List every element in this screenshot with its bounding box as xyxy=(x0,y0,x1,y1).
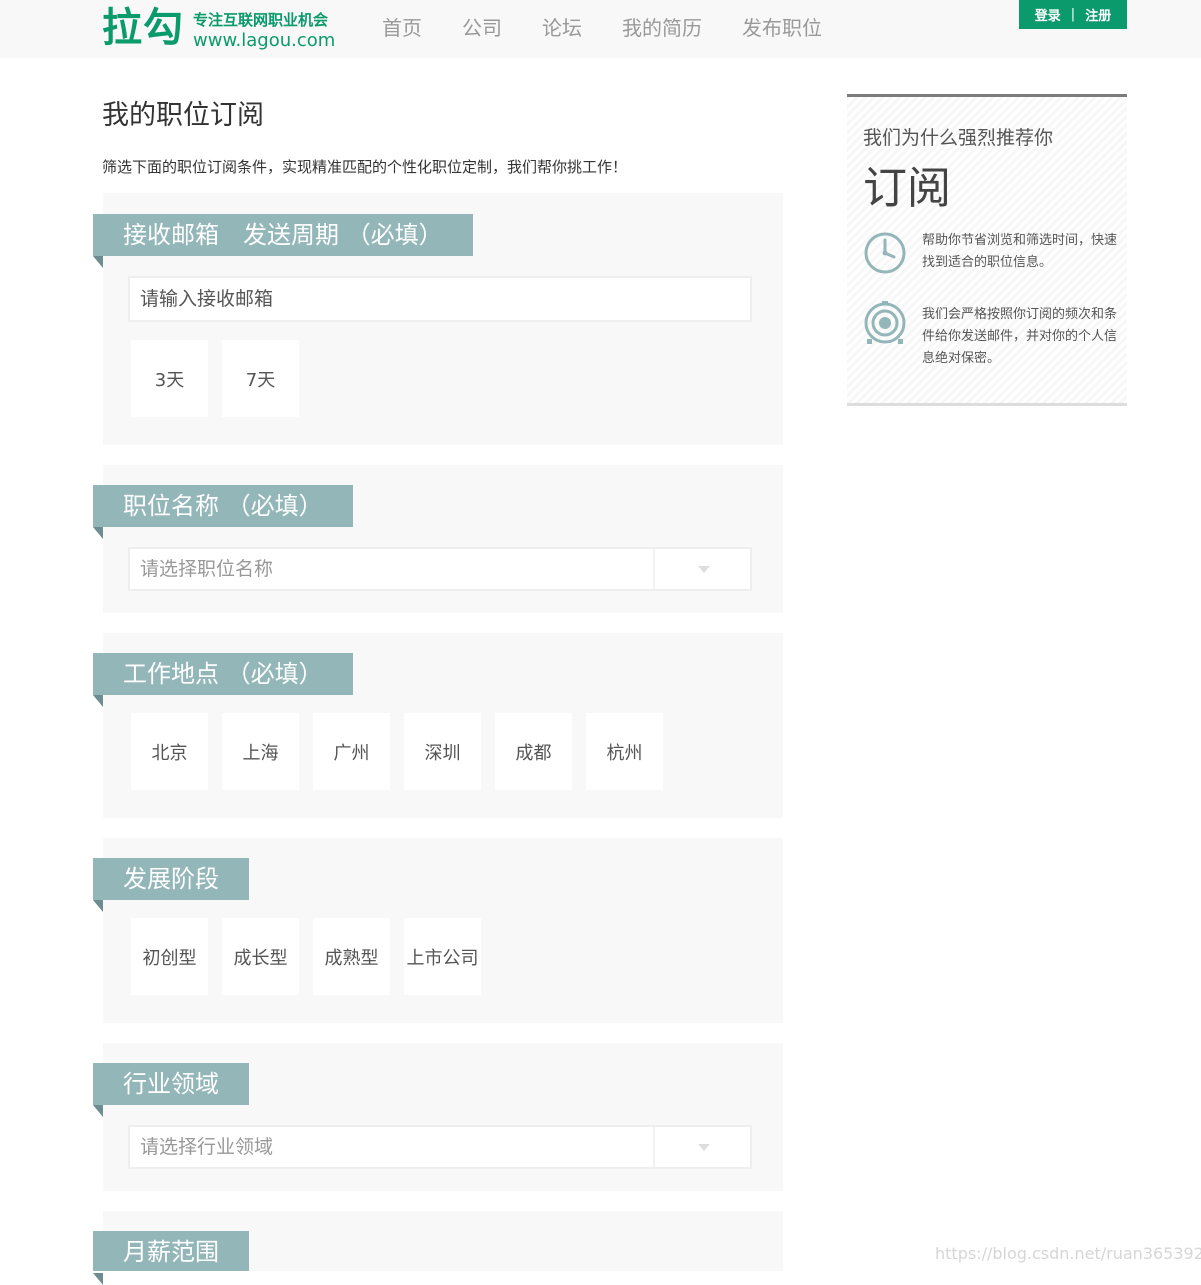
position-select-placeholder: 请选择职位名称 xyxy=(140,558,274,580)
nav-forum[interactable]: 论坛 xyxy=(542,14,582,42)
city-section-heading: 工作地点 （必填） xyxy=(93,653,353,707)
sidebar-point-1: 帮助你节省浏览和筛选时间，快速找到适合的职位信息。 xyxy=(922,233,1118,270)
email-input[interactable] xyxy=(128,276,752,322)
stage-option-startup[interactable]: 初创型 xyxy=(131,918,208,995)
stage-option-mature[interactable]: 成熟型 xyxy=(313,918,390,995)
email-section-heading: 接收邮箱 发送周期 （必填） xyxy=(93,214,473,268)
top-header: 拉勾 专注互联网职业机会 www.lagou.com 首页 公司 论坛 我的简历… xyxy=(0,0,1201,58)
page-description: 筛选下面的职位订阅条件，实现精准匹配的个性化职位定制，我们帮你挑工作！ xyxy=(102,158,628,176)
logo-text[interactable]: 拉勾 xyxy=(102,4,184,52)
logo-slogan: 专注互联网职业机会 xyxy=(193,11,329,29)
subscription-sidebar: 我们为什么强烈推荐你 订阅 帮助你节省浏览和筛选时间，快速找到适合的职位信息。 … xyxy=(847,94,1127,406)
page-title: 我的职位订阅 xyxy=(102,100,264,131)
clock-icon xyxy=(864,232,906,274)
auth-box: 登录 | 注册 xyxy=(1019,0,1127,29)
city-option-shanghai[interactable]: 上海 xyxy=(222,713,299,790)
position-section-heading: 职位名称 （必填） xyxy=(93,485,353,539)
logo-url: www.lagou.com xyxy=(193,30,336,51)
watermark: https://blog.csdn.net/ruan365392777 xyxy=(935,1244,1201,1263)
nav-company[interactable]: 公司 xyxy=(462,14,502,42)
nav-home[interactable]: 首页 xyxy=(382,14,422,42)
chevron-down-icon[interactable] xyxy=(653,549,750,589)
register-link[interactable]: 注册 xyxy=(1085,5,1111,24)
period-option-7days[interactable]: 7天 xyxy=(222,340,299,417)
stage-option-growth[interactable]: 成长型 xyxy=(222,918,299,995)
nav-my-resume[interactable]: 我的简历 xyxy=(622,14,702,42)
industry-section-heading: 行业领域 xyxy=(93,1063,249,1117)
nav-post-job[interactable]: 发布职位 xyxy=(742,14,822,42)
city-option-beijing[interactable]: 北京 xyxy=(131,713,208,790)
sidebar-point-2: 我们会严格按照你订阅的频次和条件给你发送邮件，并对你的个人信息绝对保密。 xyxy=(922,307,1118,366)
city-option-hangzhou[interactable]: 杭州 xyxy=(586,713,663,790)
stage-option-listed[interactable]: 上市公司 xyxy=(404,918,481,995)
target-icon xyxy=(864,301,906,344)
chevron-down-icon[interactable] xyxy=(653,1127,750,1167)
login-link[interactable]: 登录 xyxy=(1035,5,1061,24)
sidebar-subtitle: 我们为什么强烈推荐你 xyxy=(863,127,1054,149)
industry-select-placeholder: 请选择行业领域 xyxy=(140,1136,274,1158)
auth-separator: | xyxy=(1070,7,1076,22)
city-option-chengdu[interactable]: 成都 xyxy=(495,713,572,790)
city-option-shenzhen[interactable]: 深圳 xyxy=(404,713,481,790)
main-nav: 首页 公司 论坛 我的简历 发布职位 xyxy=(382,14,862,42)
position-select[interactable]: 请选择职位名称 xyxy=(128,547,752,591)
sidebar-big-title: 订阅 xyxy=(863,163,951,214)
city-option-guangzhou[interactable]: 广州 xyxy=(313,713,390,790)
industry-select[interactable]: 请选择行业领域 xyxy=(128,1125,752,1169)
salary-section-heading: 月薪范围 xyxy=(93,1231,249,1285)
stage-section-heading: 发展阶段 xyxy=(93,858,249,912)
period-option-3days[interactable]: 3天 xyxy=(131,340,208,417)
